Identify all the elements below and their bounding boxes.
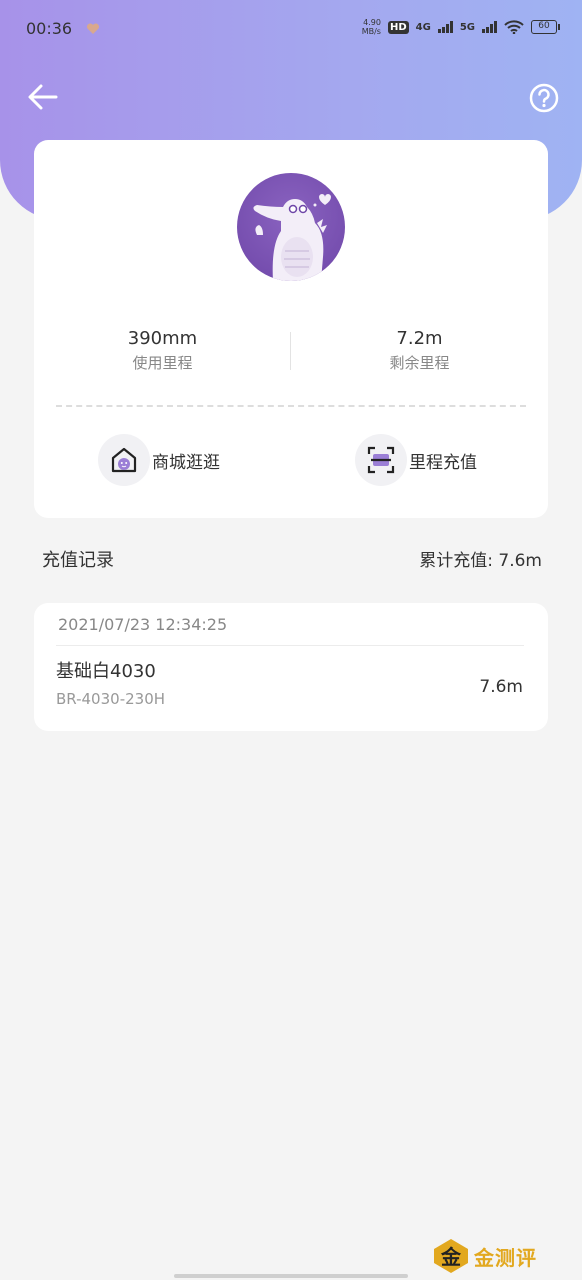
svg-text:金: 金: [440, 1245, 462, 1269]
shop-button[interactable]: 商城逛逛: [98, 433, 220, 487]
records-title: 充值记录: [42, 550, 114, 571]
status-indicators: 4.90 MB/s HD 4G 5G 60: [362, 18, 560, 36]
status-time: 00:36: [26, 19, 73, 38]
remaining-mileage-label: 剩余里程: [389, 354, 450, 372]
used-mileage-label: 使用里程: [132, 354, 193, 372]
record-name: 基础白4030: [56, 661, 156, 682]
home-indicator[interactable]: [174, 1274, 408, 1278]
back-arrow-icon[interactable]: [26, 80, 60, 114]
recharge-button[interactable]: 里程充值: [355, 433, 477, 487]
used-mileage-value: 390mm: [127, 328, 198, 349]
record-amount: 7.6m: [479, 677, 523, 697]
watermark: 金 金测评: [432, 1236, 537, 1276]
wifi-icon: [504, 20, 524, 34]
record-divider: [56, 645, 524, 646]
battery-icon: 60: [531, 20, 560, 34]
recharge-label: 里程充值: [409, 452, 477, 473]
records-header: 充值记录 累计充值: 7.6m: [42, 546, 542, 574]
mileage-card: 390mm 使用里程 7.2m 剩余里程 商城逛逛 里程充值: [34, 140, 548, 518]
net-speed-value: 4.90: [363, 18, 381, 27]
avatar: [237, 173, 345, 281]
network-4g-label: 4G: [415, 21, 431, 33]
record-time: 2021/07/23 12:34:25: [58, 615, 228, 634]
used-mileage: 390mm 使用里程: [34, 326, 291, 374]
records-total: 累计充值: 7.6m: [419, 551, 542, 571]
net-speed: 4.90 MB/s: [362, 18, 381, 36]
battery-level: 60: [531, 20, 557, 34]
hd-badge: HD: [387, 20, 409, 34]
network-5g-label: 5G: [459, 21, 475, 33]
crocodile-mascot-icon: [253, 194, 331, 281]
shop-label: 商城逛逛: [152, 452, 220, 473]
shop-house-icon: [98, 434, 150, 486]
status-bar: 00:36 4.90 MB/s HD 4G 5G 60: [0, 0, 582, 60]
record-item[interactable]: 2021/07/23 12:34:25 基础白4030 BR-4030-230H…: [34, 603, 548, 731]
remaining-mileage-value: 7.2m: [396, 328, 443, 349]
net-speed-unit: MB/s: [361, 27, 381, 36]
mileage-stats: 390mm 使用里程 7.2m 剩余里程: [34, 326, 548, 376]
scan-icon: [355, 434, 407, 486]
record-code: BR-4030-230H: [56, 690, 166, 708]
help-icon[interactable]: [528, 82, 560, 114]
signal-5g-icon: [482, 21, 497, 33]
remaining-mileage: 7.2m 剩余里程: [291, 326, 548, 374]
signal-4g-icon: [437, 21, 453, 33]
heart-icon: [86, 23, 100, 34]
watermark-logo-icon: 金: [434, 1239, 468, 1273]
watermark-text: 金测评: [474, 1245, 537, 1270]
dashed-divider: [56, 405, 526, 407]
